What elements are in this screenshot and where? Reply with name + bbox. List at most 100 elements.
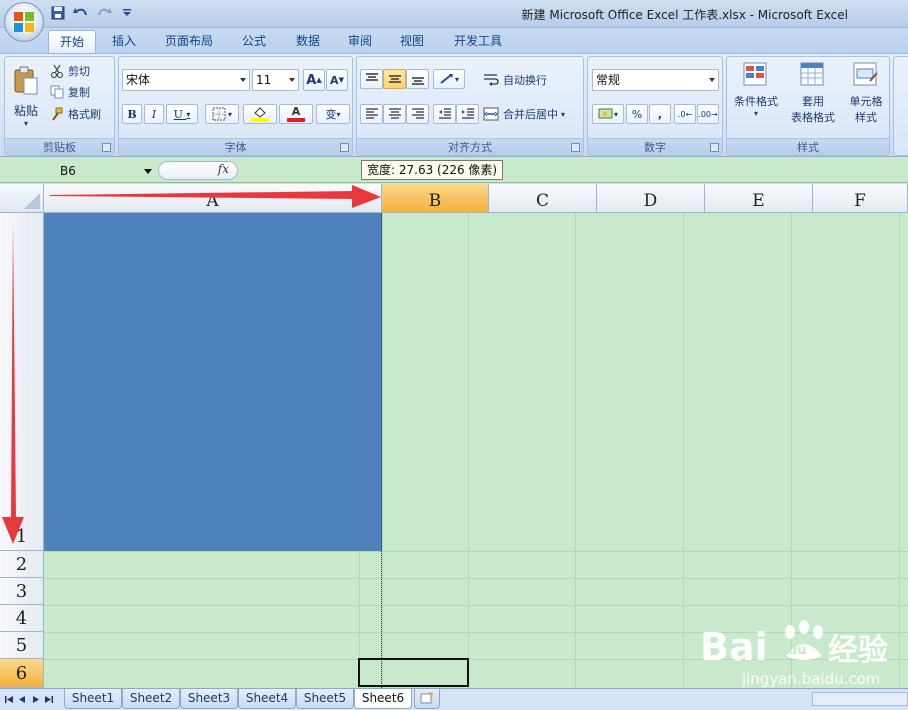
gridline	[382, 213, 383, 688]
title-bar: 新建 Microsoft Office Excel 工作表.xlsx - Mic…	[0, 0, 908, 28]
tab-data[interactable]: 数据	[288, 30, 328, 53]
insert-sheet-icon[interactable]	[414, 689, 440, 709]
active-cell-outline[interactable]	[358, 658, 469, 687]
cell-styles-icon	[853, 62, 878, 86]
customize-toolbar-icon[interactable]	[117, 4, 137, 22]
sheet-tab-4[interactable]: Sheet4	[238, 689, 296, 709]
tab-view[interactable]: 视图	[392, 30, 432, 53]
cut-button[interactable]: 剪切	[49, 62, 111, 80]
fill-color-icon[interactable]	[243, 104, 277, 124]
comma-style-button[interactable]: ,	[649, 104, 671, 124]
font-name-value: 宋体	[126, 73, 151, 87]
column-header-f[interactable]: F	[813, 184, 908, 213]
decrease-decimal-icon[interactable]: .00→	[697, 104, 719, 124]
row-header-3[interactable]: 3	[0, 578, 44, 605]
column-header-c[interactable]: C	[489, 184, 597, 213]
office-button[interactable]	[4, 2, 44, 42]
paste-button[interactable]: 粘贴 ▾	[8, 60, 44, 134]
row-header-5[interactable]: 5	[0, 632, 44, 659]
font-name-combo[interactable]: 宋体	[122, 69, 250, 91]
font-group-label: 字体	[119, 138, 352, 155]
font-color-icon[interactable]: A	[279, 104, 313, 124]
wrap-text-button[interactable]: 自动换行	[482, 70, 582, 90]
row-header-6[interactable]: 6	[0, 659, 44, 688]
underline-icon[interactable]: U ▾	[166, 104, 198, 124]
cell-a1-filled[interactable]	[44, 213, 382, 551]
bold-icon[interactable]: B	[122, 104, 142, 124]
column-header-e[interactable]: E	[705, 184, 813, 213]
row-header-1[interactable]: 1	[0, 213, 44, 551]
prev-sheet-icon[interactable]	[17, 692, 28, 706]
align-bottom-icon[interactable]	[406, 69, 429, 89]
tab-insert[interactable]: 插入	[104, 30, 144, 53]
conditional-formatting-icon	[743, 62, 767, 86]
align-middle-icon[interactable]	[383, 69, 406, 89]
percent-style-button[interactable]: %	[626, 104, 648, 124]
save-icon[interactable]	[48, 4, 68, 22]
italic-icon[interactable]: I	[144, 104, 164, 124]
next-sheet-icon[interactable]	[30, 692, 41, 706]
insert-function-button[interactable]: fx	[158, 161, 238, 180]
shrink-font-icon[interactable]: A ▼	[326, 69, 348, 91]
redo-icon[interactable]	[94, 4, 114, 22]
row-header-2[interactable]: 2	[0, 551, 44, 578]
tab-review[interactable]: 审阅	[340, 30, 380, 53]
number-format-value: 常规	[596, 73, 621, 87]
format-painter-button[interactable]: 格式刷	[49, 105, 113, 123]
increase-indent-icon[interactable]	[456, 104, 479, 124]
alignment-group: ▾ 自动换行 合并后居中 ▾ 对齐方式	[356, 56, 584, 156]
name-box[interactable]: B6	[6, 161, 158, 181]
phonetic-guide-icon[interactable]: 变 ▾	[316, 104, 350, 124]
tab-developer[interactable]: 开发工具	[446, 30, 510, 53]
sheet-tab-1[interactable]: Sheet1	[64, 689, 122, 709]
format-as-table-button[interactable]: 套用 表格格式	[785, 60, 841, 134]
undo-icon[interactable]	[71, 4, 91, 22]
align-left-icon[interactable]	[360, 104, 383, 124]
sheet-tab-2[interactable]: Sheet2	[122, 689, 180, 709]
number-dialog-launcher-icon[interactable]	[710, 143, 719, 152]
last-sheet-icon[interactable]	[43, 692, 54, 706]
gridline	[468, 213, 469, 688]
cut-label: 剪切	[68, 65, 90, 78]
accounting-format-icon[interactable]: ▾	[592, 104, 624, 124]
align-top-icon[interactable]	[360, 69, 383, 89]
row-header-4[interactable]: 4	[0, 605, 44, 632]
column-header-d[interactable]: D	[597, 184, 705, 213]
tab-page-layout[interactable]: 页面布局	[160, 30, 218, 53]
styles-group-label: 样式	[727, 138, 889, 155]
horizontal-scrollbar[interactable]	[812, 692, 908, 706]
baidu-paw-logo: Bai du 经验	[700, 620, 888, 669]
gridline	[683, 213, 684, 688]
font-dialog-launcher-icon[interactable]	[340, 143, 349, 152]
orientation-icon[interactable]: ▾	[433, 69, 465, 89]
font-size-value: 11	[256, 73, 272, 87]
conditional-formatting-button[interactable]: 条件格式 ▾	[730, 60, 782, 134]
decrease-indent-icon[interactable]	[433, 104, 456, 124]
clipboard-dialog-launcher-icon[interactable]	[102, 143, 111, 152]
column-header-b[interactable]: B	[382, 184, 489, 213]
select-all-button[interactable]	[0, 184, 44, 213]
copy-button[interactable]: 复制	[49, 83, 111, 101]
column-width-tooltip: 宽度: 27.63 (226 像素)	[361, 160, 504, 180]
sheet-tab-6[interactable]: Sheet6	[354, 689, 412, 709]
sheet-tab-3[interactable]: Sheet3	[180, 689, 238, 709]
align-right-icon[interactable]	[406, 104, 429, 124]
font-size-combo[interactable]: 11	[252, 69, 299, 91]
column-header-a[interactable]: A	[44, 184, 382, 213]
name-box-value: B6	[60, 164, 76, 178]
font-name-dropdown-icon	[240, 78, 246, 82]
office-logo-icon	[14, 12, 34, 32]
sheet-tab-5[interactable]: Sheet5	[296, 689, 354, 709]
alignment-dialog-launcher-icon[interactable]	[571, 143, 580, 152]
number-group-label: 数字	[588, 138, 722, 155]
number-format-combo[interactable]: 常规	[592, 69, 719, 91]
align-center-icon[interactable]	[383, 104, 406, 124]
first-sheet-icon[interactable]	[4, 692, 15, 706]
cell-styles-button[interactable]: 单元格 样式	[843, 60, 889, 134]
increase-decimal-icon[interactable]: .0←	[674, 104, 696, 124]
borders-icon[interactable]: ▾	[205, 104, 239, 124]
grow-font-icon[interactable]: A ▲	[303, 69, 325, 91]
tab-formulas[interactable]: 公式	[234, 30, 274, 53]
tab-home[interactable]: 开始	[48, 30, 96, 53]
merge-center-button[interactable]: 合并后居中 ▾	[482, 104, 582, 124]
